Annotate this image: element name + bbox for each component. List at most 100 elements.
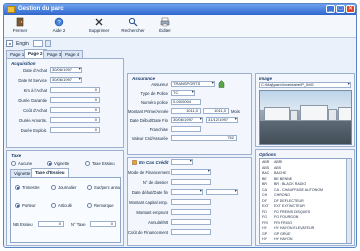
purchase-km-field[interactable]: 0 [50, 87, 100, 93]
warranty-label: Durée Garantie [18, 98, 47, 103]
kind-porteur-label: Porteur [22, 203, 36, 208]
loan-amount-label: Montant emprunt [136, 210, 168, 215]
purchase-date-field[interactable]: 30/06/1997 [50, 67, 82, 73]
record-nav-button[interactable]: ◂ [6, 40, 13, 47]
borrowed-capital-label: Montant capital emp. [129, 200, 168, 205]
insured-value-field[interactable]: 752 [171, 135, 237, 141]
credit-panel: En Cas Crédit Mode de Financement N° de … [127, 157, 252, 246]
premium-month-field[interactable]: 1011,0 [203, 108, 229, 114]
credit-start-field[interactable] [171, 189, 203, 195]
premium-year-field[interactable]: 1011,0 [171, 108, 201, 114]
policy-number-field[interactable]: 0-00/0004 [171, 99, 201, 105]
kind-articule-radio[interactable] [51, 203, 56, 208]
freq-yearly-radio[interactable] [87, 185, 92, 190]
delete-button[interactable]: Supprimer [86, 16, 112, 36]
help-button[interactable]: ? Aide 2 [46, 16, 72, 36]
image-path-field[interactable]: C:\Maj\parc\Inventaire\P_IMG [259, 82, 351, 88]
tab-page-4[interactable]: Page 4 [61, 50, 84, 58]
page-tabs: Page 1 Page 2 Page 3 Page 4 [4, 49, 356, 58]
tax-axle-radio[interactable] [85, 161, 90, 166]
tax-none-label: Aucune [18, 161, 33, 166]
tax-none-radio[interactable] [11, 161, 16, 166]
file-number-field[interactable] [171, 179, 211, 185]
policy-type-field[interactable]: TC [171, 90, 195, 96]
maximize-button[interactable]: □ [336, 5, 345, 13]
list-item[interactable]: BR BR : BLACK RADIO [262, 182, 306, 186]
list-item[interactable]: ABS ABS [262, 166, 281, 170]
tax-number-field[interactable]: 0 [90, 221, 116, 227]
credit-end-field[interactable] [206, 189, 238, 195]
borrowed-capital-field[interactable] [171, 199, 211, 205]
list-item[interactable]: EXT EXT EXTINCTEUR [262, 204, 305, 208]
exploitation-field[interactable]: 0 [50, 127, 100, 133]
freq-quarter-label: Trimestre [22, 185, 40, 190]
engin-field[interactable] [33, 40, 43, 47]
amortization-field[interactable]: 0 [50, 117, 100, 123]
purchase-cost-field[interactable]: 0 [50, 107, 100, 113]
list-item[interactable]: FD FD FREINS DISQUES [262, 210, 310, 214]
freq-daily-radio[interactable] [51, 185, 56, 190]
freq-daily-label: Journalier [58, 185, 77, 190]
loan-amount-field[interactable] [171, 209, 211, 215]
options-list[interactable]: ABR ABRI ABS ABS BAC BACHE BE BE BENNE BR BR … [259, 158, 352, 244]
list-item[interactable]: CH CHRONO [262, 193, 290, 197]
list-item[interactable]: FG FG FOURGON [262, 215, 298, 219]
print-icon [160, 17, 170, 27]
insurance-end-field[interactable]: 31/12/1997 [206, 117, 238, 123]
tax-vignette-label: Vignette [54, 161, 70, 166]
print-button[interactable]: Éditer [152, 16, 178, 36]
list-item[interactable]: HY HY HAYON ELEVATEUR [262, 226, 314, 230]
minimize-button[interactable]: _ [326, 5, 335, 13]
financing-cost-field[interactable] [171, 229, 211, 235]
policy-type-label: Type de Police [140, 91, 168, 96]
freq-quarter-radio[interactable] [15, 185, 20, 190]
list-item[interactable]: DF DF DEFLECTEUR [262, 199, 304, 203]
tab-axle-tax[interactable]: Taxe d'Essieu [31, 168, 69, 177]
list-item[interactable]: BE BE BENNE [262, 177, 292, 181]
insurance-dates-label: Date Début/Date Fin [129, 118, 168, 123]
help-icon: ? [54, 17, 64, 26]
service-date-field[interactable]: 30/06/1997 [50, 77, 82, 83]
credit-title: En Cas Crédit [139, 160, 169, 165]
door-icon [16, 17, 24, 27]
tax-title: Taxe [11, 153, 22, 158]
title-bar[interactable]: Gestion du parc _ □ ✕ [4, 4, 356, 15]
tax-vignette-radio[interactable] [47, 161, 52, 166]
nb-axle-label: NB Essieu [13, 222, 33, 227]
list-item[interactable]: HY HY HAYON [262, 237, 292, 241]
service-date-label: Date M Service [18, 78, 47, 83]
deductible-field[interactable] [171, 126, 201, 132]
list-item[interactable]: CA CA - CHAUFFAGE AUTONOM [262, 188, 323, 192]
close-button[interactable]: ✕ [346, 5, 355, 13]
list-item[interactable]: FRI FRI FRIGO [262, 221, 292, 225]
list-item[interactable]: BAC BACHE [262, 171, 286, 175]
exploitation-label: Durée Exploit. [20, 128, 47, 133]
options-panel: Options ABR ABRI ABS ABS BAC BACHE BE BE BEN… [255, 149, 355, 246]
insurance-panel: Assurance Assureur TRANSPORTS Type de Po… [127, 73, 252, 155]
search-button[interactable]: Rechercher [120, 16, 146, 36]
premium-unit-label: Mois [231, 109, 240, 114]
acquisition-panel: Acquisition Date d'Achat 30/06/1997 Date… [6, 58, 124, 148]
file-number-label: N° de dossier [142, 180, 168, 185]
financing-mode-field[interactable] [171, 169, 211, 175]
insurance-start-field[interactable]: 30/06/1997 [171, 117, 203, 123]
annuity-field[interactable] [171, 219, 211, 225]
list-item[interactable]: ABR ABRI [262, 160, 282, 164]
image-panel: Image C:\Maj\parc\Inventaire\P_IMG [255, 73, 355, 147]
warranty-field[interactable]: 0 [50, 97, 100, 103]
list-item[interactable]: GP GP GRUE [262, 232, 291, 236]
insurer-lookup-icon[interactable] [218, 80, 225, 88]
toolbar: Fermer ? Aide 2 Supprimer Rechercher Édi… [4, 15, 356, 38]
vehicle-photo [259, 90, 352, 145]
amortization-label: Durée Amortis. [19, 118, 47, 123]
kind-remorque-radio[interactable] [87, 203, 92, 208]
close-record-button[interactable]: Fermer [7, 16, 33, 36]
credit-toggle-field[interactable] [171, 159, 193, 165]
options-scrollbar[interactable] [346, 159, 351, 243]
kind-porteur-radio[interactable] [15, 203, 20, 208]
window-title: Gestion du parc [18, 6, 64, 12]
nb-axle-field[interactable]: 0 [38, 221, 64, 227]
purchase-date-label: Date d'Achat [23, 68, 47, 73]
engin-lookup-button[interactable] [45, 40, 51, 47]
insurer-field[interactable]: TRANSPORTS [171, 81, 215, 87]
